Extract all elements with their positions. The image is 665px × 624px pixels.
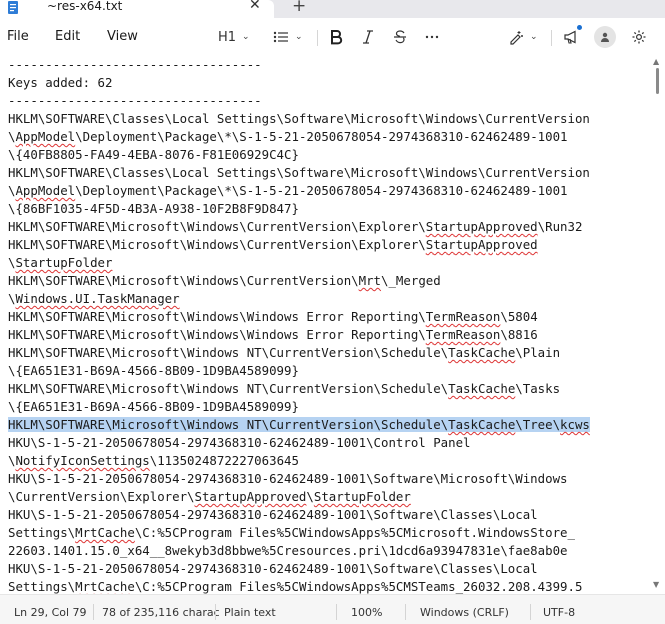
vertical-scrollbar[interactable]: ▲ ▼ xyxy=(650,56,665,594)
editor-line: \{40FB8805-FA49-4EBA-8076-F81E06929C4C} xyxy=(8,147,299,162)
status-divider xyxy=(405,604,406,620)
scroll-up-arrow-icon[interactable]: ▲ xyxy=(653,57,659,66)
text-format: Plain text xyxy=(224,606,276,619)
editor-line: \AppModel\Deployment\Package\*\S-1-5-21-… xyxy=(8,129,568,144)
notepad-icon xyxy=(7,0,19,14)
status-divider xyxy=(336,604,337,620)
chevron-down-icon: ⌄ xyxy=(530,32,538,42)
editor-line: \StartupFolder xyxy=(8,255,113,270)
heading-label: H1 xyxy=(218,29,237,45)
strikethrough-button[interactable] xyxy=(393,26,407,48)
tab-strip: ~res-x64.txt ✕ + xyxy=(0,0,665,18)
status-divider xyxy=(530,604,531,620)
scroll-thumb[interactable] xyxy=(656,68,659,94)
settings-button[interactable] xyxy=(631,26,647,48)
status-divider xyxy=(215,604,216,620)
bold-button[interactable] xyxy=(329,26,343,48)
editor-line: HKU\S-1-5-21-2050678054-2974368310-62462… xyxy=(8,561,538,576)
editor-line: Settings\MrtCache\C:%5CProgram Files%5CW… xyxy=(8,579,583,594)
list-dropdown[interactable]: ⌄ xyxy=(273,26,303,48)
editor-line: HKU\S-1-5-21-2050678054-2974368310-62462… xyxy=(8,507,538,522)
megaphone-icon xyxy=(563,29,579,45)
bullet-list-icon xyxy=(273,30,289,44)
character-count: 78 of 235,116 charac xyxy=(102,606,220,619)
chevron-down-icon: ⌄ xyxy=(295,32,303,42)
editor-line: \AppModel\Deployment\Package\*\S-1-5-21-… xyxy=(8,183,568,198)
editor-line: \{EA651E31-B69A-4566-8B09-1D9BA4589099} xyxy=(8,399,299,414)
strikethrough-icon xyxy=(393,29,407,45)
more-options-button[interactable] xyxy=(425,26,439,48)
user-icon xyxy=(600,28,610,47)
editor-line: HKLM\SOFTWARE\Classes\Local Settings\Sof… xyxy=(8,165,590,180)
editor-line: \CurrentVersion\Explorer\StartupApproved… xyxy=(8,489,411,504)
tab-title: ~res-x64.txt xyxy=(47,0,123,13)
notifications-button[interactable] xyxy=(563,26,579,48)
ai-rewrite-dropdown[interactable]: ⌄ xyxy=(508,26,538,48)
editor-line: HKLM\SOFTWARE\Microsoft\Windows\Windows … xyxy=(8,309,538,324)
editor-line: ---------------------------------- xyxy=(8,93,262,108)
menu-bar: File Edit View H1 ⌄ ⌄ ⌄ xyxy=(0,18,665,56)
editor-line: \NotifyIconSettings\1135024872227063645 xyxy=(8,453,299,468)
editor-line: Keys added: 62 xyxy=(8,75,113,90)
toolbar-divider xyxy=(317,30,318,46)
cursor-position: Ln 29, Col 79 xyxy=(14,606,87,619)
editor-line: HKLM\SOFTWARE\Classes\Local Settings\Sof… xyxy=(8,111,590,126)
account-avatar[interactable] xyxy=(594,26,616,48)
editor-line: HKLM\SOFTWARE\Microsoft\Windows NT\Curre… xyxy=(8,381,561,396)
bold-icon xyxy=(329,29,343,45)
editor-line: HKU\S-1-5-21-2050678054-2974368310-62462… xyxy=(8,435,471,450)
chevron-down-icon: ⌄ xyxy=(242,32,250,42)
new-tab-icon[interactable]: + xyxy=(292,0,306,16)
notification-dot xyxy=(577,25,582,30)
editor-line: \Windows.UI.TaskManager xyxy=(8,291,180,306)
italic-button[interactable] xyxy=(361,26,375,48)
status-divider xyxy=(93,604,94,620)
menu-edit[interactable]: Edit xyxy=(55,29,80,44)
editor-line: HKLM\SOFTWARE\Microsoft\Windows\CurrentV… xyxy=(8,237,538,252)
editor-line: 22603.1401.15.0_x64__8wekyb3d8bbwe%5Cres… xyxy=(8,543,568,558)
encoding[interactable]: UTF-8 xyxy=(543,606,575,619)
status-bar: Ln 29, Col 79 78 of 235,116 charac Plain… xyxy=(0,594,665,624)
editor-line: HKLM\SOFTWARE\Microsoft\Windows\CurrentV… xyxy=(8,273,441,288)
editor-line: Settings\MrtCache\C:%5CProgram Files%5CW… xyxy=(8,525,575,540)
gear-icon xyxy=(631,29,647,45)
italic-icon xyxy=(361,29,375,45)
magic-pen-icon xyxy=(508,29,524,45)
scroll-down-arrow-icon[interactable]: ▼ xyxy=(653,580,659,589)
editor-line-selected: HKLM\SOFTWARE\Microsoft\Windows NT\Curre… xyxy=(8,417,590,432)
editor-line: HKU\S-1-5-21-2050678054-2974368310-62462… xyxy=(8,471,568,486)
editor-line: \{86BF1035-4F5D-4B3A-A938-10F2B8F9D847} xyxy=(8,201,299,216)
editor-line: ---------------------------------- xyxy=(8,57,262,72)
close-tab-icon[interactable]: ✕ xyxy=(249,0,261,13)
editor-line: \{EA651E31-B69A-4566-8B09-1D9BA4589099} xyxy=(8,363,299,378)
line-ending[interactable]: Windows (CRLF) xyxy=(420,606,509,619)
editor-line: HKLM\SOFTWARE\Microsoft\Windows NT\Curre… xyxy=(8,345,561,360)
more-icon xyxy=(425,35,439,39)
editor-line: HKLM\SOFTWARE\Microsoft\Windows\CurrentV… xyxy=(8,219,583,234)
menu-view[interactable]: View xyxy=(107,29,138,44)
toolbar-divider xyxy=(551,30,552,46)
menu-file[interactable]: File xyxy=(7,29,29,44)
editor-line: HKLM\SOFTWARE\Microsoft\Windows\Windows … xyxy=(8,327,538,342)
heading-dropdown[interactable]: H1 ⌄ xyxy=(218,26,250,48)
text-editor[interactable]: ---------------------------------- Keys a… xyxy=(0,56,650,594)
tab-document[interactable]: ~res-x64.txt ✕ xyxy=(0,0,274,18)
zoom-level[interactable]: 100% xyxy=(351,606,382,619)
